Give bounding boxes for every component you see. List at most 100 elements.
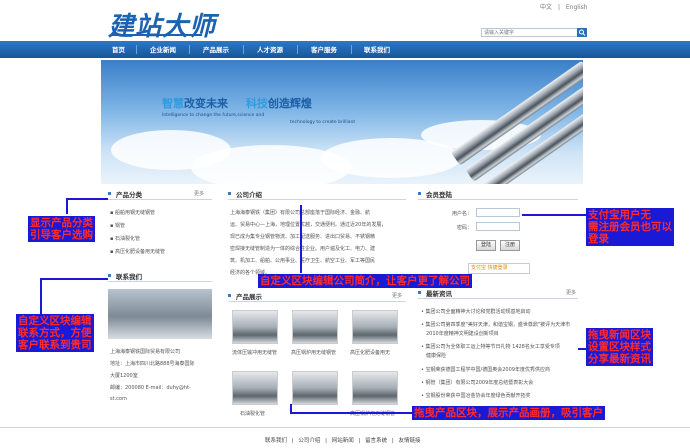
language-switcher: 中文 | English <box>540 2 588 11</box>
page: 建站大师 中文 | English 首页 企业新闻 产品展示 人才资源 客户服务… <box>0 0 690 448</box>
annotation-line: 自定义区块编辑 <box>18 315 92 327</box>
login-button[interactable]: 登陆 <box>476 240 496 251</box>
product-thumbnail[interactable] <box>232 371 278 405</box>
slogan-word-wisdom: 智慧 <box>162 97 184 110</box>
annotation-connector <box>578 348 586 350</box>
company-trucks-photo <box>108 289 212 339</box>
annotation-line: 客户联系到贵司 <box>18 339 92 351</box>
news-item[interactable]: • 钢管（集团）有限公司2009年度总结暨表彰大会 <box>421 379 533 386</box>
footer-link-news[interactable]: 网站新闻 <box>332 438 354 444</box>
annotation-line: 登录 <box>588 233 609 245</box>
footer-separator: | <box>291 438 294 444</box>
news-more-link[interactable]: 更多 <box>566 289 576 296</box>
footer-link-guestbook[interactable]: 留言系统 <box>365 438 387 444</box>
annotation-connector <box>40 278 108 280</box>
footer-separator: | <box>358 438 361 444</box>
company-intro-title: 公司介绍 <box>236 191 262 199</box>
annotation-connector <box>66 198 108 200</box>
divider <box>418 199 578 200</box>
news-item[interactable]: • 集团公司为全体职工运上特等节日礼物 1428名女工享受专项 <box>421 343 560 350</box>
footer-link-intro[interactable]: 公司介绍 <box>298 438 320 444</box>
annotation-connector <box>300 205 302 273</box>
contact-line: 上海海泰钢铁国际贸易有限公司 <box>110 349 181 355</box>
lang-zh-link[interactable]: 中文 <box>540 4 552 11</box>
news-item-label: 集团公司第四季度"美好天津，和谐宝钢，盛世尊鼎"被评为天津市 <box>425 322 571 328</box>
contact-line: 地址：上海市四川北路888号海泰国际 <box>110 361 195 367</box>
annotation-news: 拖曳新闻区块 设置区块样式 分享最新资讯 <box>586 328 653 366</box>
product-caption[interactable]: 流体压输冲用无缝管 <box>232 349 277 356</box>
title-bullet-icon <box>228 294 231 297</box>
product-caption[interactable]: 石油裂化管 <box>240 410 265 417</box>
product-thumbnail[interactable] <box>292 310 338 344</box>
nav-service[interactable]: 客户服务 <box>311 44 337 54</box>
news-item[interactable]: • 集团公司全面精神大讨论和党群活动规基地启动 <box>421 308 531 315</box>
annotation-line: 引导客户选购 <box>30 229 93 241</box>
category-item[interactable]: ▪ 高压化肥设备用无缝管 <box>110 248 165 255</box>
title-bullet-icon <box>228 192 231 195</box>
contact-line: 邮编：200080 E-mail：duhy@ht- <box>110 385 191 391</box>
divider <box>418 298 578 299</box>
category-item-label: 船舶用钢无缝钢管 <box>114 210 155 216</box>
footer-link-contact[interactable]: 联系我们 <box>265 438 287 444</box>
product-category-more-link[interactable]: 更多 <box>194 190 204 197</box>
annotation-connector <box>290 412 412 414</box>
contact-line: 大厦1200室 <box>110 373 138 379</box>
intro-text-line: 运、贸易中心—上海，地理位置优越，交通便利。通过近20年的发展， <box>230 222 387 228</box>
news-item[interactable]: • 宝钢荣获德国工程学中国/德国奥会2009年度优秀供应商 <box>421 366 550 373</box>
product-thumbnail[interactable] <box>352 310 398 344</box>
annotation-line: 拖曳新闻区块 <box>588 329 651 341</box>
nav-talent[interactable]: 人才资源 <box>257 44 283 54</box>
annotation-line: 设置区块样式 <box>588 341 651 353</box>
register-button[interactable]: 注册 <box>500 240 520 251</box>
intro-text-line: 筑、机加工、船舶、公用事业、医疗卫生、航空工业、军工等国民 <box>230 258 376 264</box>
annotation-connector <box>66 198 68 214</box>
nav-divider <box>351 45 352 54</box>
product-thumbnail[interactable] <box>292 371 338 405</box>
annotation-product-category: 显示产品分类 引导客户选购 <box>28 216 95 242</box>
username-input[interactable] <box>476 208 520 217</box>
nav-home[interactable]: 首页 <box>112 44 125 54</box>
annotation-line: 支付宝用户无 <box>588 209 651 221</box>
product-category-title: 产品分类 <box>116 191 142 199</box>
annotation-company-intro: 自定义区块编辑公司简介，让客户更了解公司 <box>258 274 472 288</box>
search-button[interactable] <box>577 28 587 37</box>
product-show-more-link[interactable]: 更多 <box>392 292 402 299</box>
footer-link-friends[interactable]: 友情链接 <box>399 438 421 444</box>
banner-slogan-en-1: Intelligence to change the future,scienc… <box>162 113 265 118</box>
divider <box>228 199 406 200</box>
news-item-label: 宝钢股份荣获中国冶金协会年度绿色贡献开拓奖 <box>425 393 531 399</box>
alipay-login-button[interactable]: 支付宝 快捷登录 <box>468 263 530 274</box>
banner-slogan: 智慧改变未来 科技创造辉煌 <box>162 95 312 111</box>
product-caption[interactable]: 高压锅炉用无缝钢管 <box>291 349 336 356</box>
category-item-label: 锅管 <box>114 223 125 229</box>
password-input[interactable] <box>476 222 520 231</box>
annotation-line: 分享最新资讯 <box>588 353 651 365</box>
title-bullet-icon <box>418 192 421 195</box>
news-item-label: 宝钢荣获德国工程学中国/德国奥会2009年度优秀供应商 <box>425 367 550 373</box>
news-item[interactable]: • 宝钢股份荣获中国冶金协会年度绿色贡献开拓奖 <box>421 392 531 399</box>
main-nav <box>0 41 690 58</box>
annotation-alipay-login: 支付宝用户无 需注册会员也可以 登录 <box>586 208 674 246</box>
nav-contact[interactable]: 联系我们 <box>364 44 390 54</box>
product-caption[interactable]: 高压化肥设备用无 <box>350 349 390 356</box>
lang-en-link[interactable]: English <box>566 4 588 11</box>
product-thumbnail[interactable] <box>232 310 278 344</box>
lang-separator: | <box>557 4 560 11</box>
nav-products[interactable]: 产品展示 <box>203 44 229 54</box>
slogan-word-tech: 科技 <box>245 97 268 110</box>
intro-text-line: 密焊接无缝管制造为一体的综合性企业。用户遍及化工、电力、建 <box>230 246 376 252</box>
category-item-label: 石油裂化管 <box>114 236 140 242</box>
slogan-phrase-2: 创造辉煌 <box>267 97 312 110</box>
news-item[interactable]: • 集团公司第四季度"美好天津，和谐宝钢，盛世尊鼎"被评为天津市 <box>421 321 570 328</box>
category-item[interactable]: ▪ 石油裂化管 <box>110 235 140 242</box>
product-thumbnail[interactable] <box>352 371 398 405</box>
site-logo[interactable]: 建站大师 <box>108 6 216 43</box>
annotation-line: 需注册会员也可以 <box>588 221 672 233</box>
nav-news[interactable]: 企业新闻 <box>150 44 176 54</box>
search-input[interactable] <box>481 28 581 37</box>
category-item[interactable]: ▪ 船舶用钢无缝钢管 <box>110 209 155 216</box>
category-item[interactable]: ▪ 锅管 <box>110 222 125 229</box>
contact-title: 联系我们 <box>116 273 142 281</box>
banner-slogan-en-2: technology to create brilliant <box>290 120 356 125</box>
logo-underline <box>112 34 202 36</box>
